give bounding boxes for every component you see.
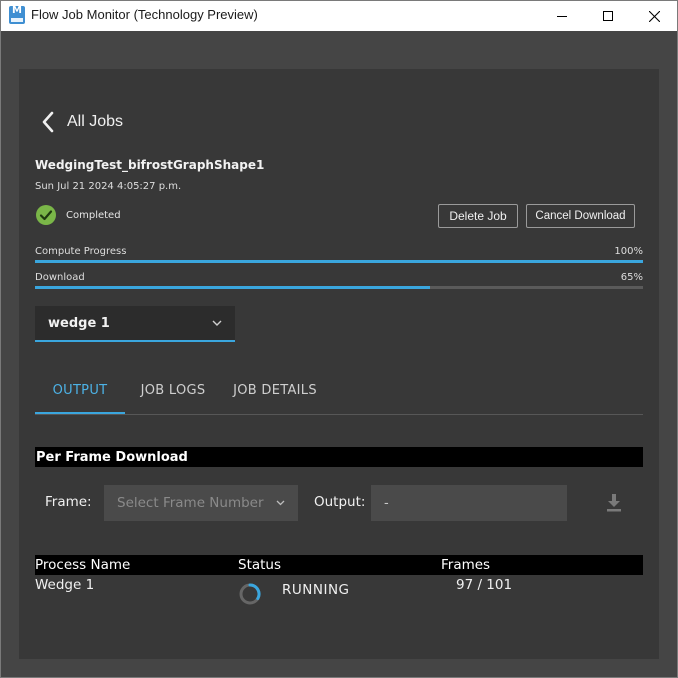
minimize-icon [557, 16, 567, 17]
status-text: Completed [66, 209, 121, 221]
tab-job-details[interactable]: JOB DETAILS [225, 369, 325, 412]
back-label: All Jobs [67, 113, 124, 130]
process-frames: 97 / 101 [456, 577, 513, 593]
delete-job-button[interactable]: Delete Job [438, 204, 518, 228]
job-panel: All Jobs WedgingTest_bifrostGraphShape1 … [19, 69, 659, 659]
compute-progress-fill [35, 260, 643, 263]
tab-output[interactable]: OUTPUT [35, 369, 125, 414]
per-frame-download-header: Per Frame Download [35, 447, 643, 467]
column-frames: Frames [441, 557, 491, 573]
title-bar: M Flow Job Monitor (Technology Preview) [1, 1, 677, 31]
wedge-selected-value: wedge 1 [48, 315, 110, 331]
cancel-download-button[interactable]: Cancel Download [526, 204, 635, 228]
chevron-down-icon [276, 500, 285, 506]
close-button[interactable] [631, 1, 677, 31]
job-status: Completed [36, 205, 121, 225]
wedge-dropdown[interactable]: wedge 1 [35, 306, 235, 342]
download-icon[interactable] [605, 493, 623, 513]
check-circle-icon [36, 205, 56, 225]
download-progress-bar [35, 286, 643, 289]
chevron-down-icon [212, 320, 222, 326]
maximize-icon [603, 11, 613, 21]
output-label: Output: [314, 494, 366, 510]
job-date: Sun Jul 21 2024 4:05:27 p.m. [35, 181, 182, 192]
tab-job-logs[interactable]: JOB LOGS [131, 369, 215, 412]
spinner-icon [239, 583, 261, 605]
window-title: Flow Job Monitor (Technology Preview) [31, 7, 258, 22]
close-icon [648, 10, 660, 22]
compute-progress-bar [35, 260, 643, 263]
tab-bar: OUTPUT JOB LOGS JOB DETAILS [35, 369, 643, 415]
column-process-name: Process Name [35, 557, 131, 573]
back-to-all-jobs[interactable]: All Jobs [41, 109, 123, 135]
maximize-button[interactable] [585, 1, 631, 31]
chevron-left-icon [42, 111, 54, 133]
compute-progress-percent: 100% [614, 246, 643, 257]
frame-label: Frame: [45, 494, 92, 510]
download-progress-percent: 65% [620, 272, 643, 283]
column-status: Status [238, 557, 282, 573]
maya-icon: M [9, 5, 25, 24]
frame-number-dropdown[interactable]: Select Frame Number [104, 485, 298, 521]
frame-placeholder: Select Frame Number [117, 495, 264, 511]
output-field[interactable]: - [371, 485, 567, 521]
job-name: WedgingTest_bifrostGraphShape1 [35, 158, 265, 172]
minimize-button[interactable] [539, 1, 585, 31]
process-status: RUNNING [282, 582, 350, 598]
compute-progress-label: Compute Progress [35, 246, 127, 257]
process-table-header: Process Name Status Frames [35, 555, 643, 575]
download-progress-fill [35, 286, 431, 289]
table-row: Wedge 1 RUNNING 97 / 101 [35, 575, 643, 607]
download-progress-label: Download [35, 272, 85, 283]
process-name: Wedge 1 [35, 577, 95, 593]
